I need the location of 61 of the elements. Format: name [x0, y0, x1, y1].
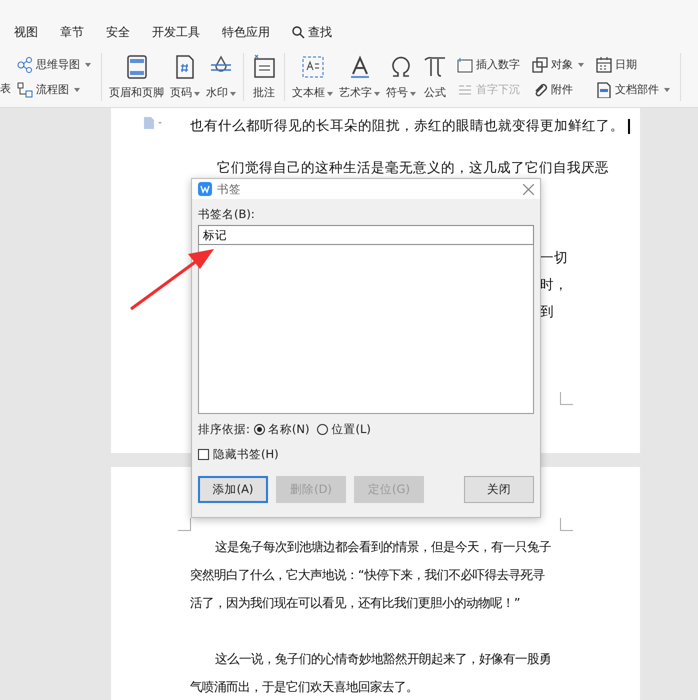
toolbar-button[interactable]: 思维导图 [17, 56, 91, 72]
radio-option[interactable]: 名称(N) [254, 422, 310, 437]
paragraph-text: 它们觉得自己的这种生活是毫无意义的，这几成了它们自我厌恶 [216, 159, 609, 177]
sort-label: 排序依据: [198, 422, 250, 437]
radio-button[interactable] [254, 424, 265, 435]
caret-icon [327, 92, 333, 96]
bookmark-name-field[interactable]: 标记 [198, 225, 534, 245]
checkbox[interactable] [198, 449, 209, 460]
toolbar-button[interactable]: 页码 [167, 54, 203, 100]
caret-icon [578, 62, 584, 66]
toolbar-button[interactable]: 表 [0, 80, 11, 96]
dialog-title: 书签 [217, 182, 242, 196]
app-logo-icon [198, 182, 212, 196]
mindmap-icon [17, 56, 33, 72]
dialog-button[interactable]: 添加(A) [198, 476, 268, 503]
toolbar-button[interactable]: 水印 [203, 54, 239, 100]
toolbar-button[interactable]: 批注 [248, 54, 280, 100]
toolbar-button[interactable]: 文档部件 [596, 82, 670, 98]
toolbar-button[interactable]: 日期 [596, 56, 670, 72]
number-icon [457, 56, 473, 72]
caret-icon [85, 62, 91, 66]
text-cursor [628, 118, 630, 134]
menu-tab[interactable]: 视图 [14, 24, 38, 41]
toolbar-button[interactable]: 流程图 [17, 82, 91, 98]
toolbar-button[interactable]: 对象 [532, 56, 584, 72]
toolbar-button[interactable]: 公式 [419, 54, 451, 100]
toolbar-button[interactable]: 艺术字 [336, 54, 383, 100]
checkbox-label: 隐藏书签(H) [213, 447, 279, 462]
pi-icon [422, 54, 448, 80]
document-icon [596, 82, 612, 98]
toolbar-button[interactable]: 文本框 [289, 54, 336, 100]
toolbar-button[interactable]: 插入数字 [457, 56, 520, 72]
caret-icon [664, 88, 670, 92]
paragraph-text: 这是兔子每次到池塘边都会看到的情景，但是今天，有一只兔子突然明白了什么，它大声地说：“快停下来，我们不必吓得去寻死寻活了，因为我们现在可以看见，还有比我们更胆小的动物呢！” [190, 538, 552, 612]
caret-icon [194, 92, 200, 96]
paragraph-text: 到 [540, 303, 555, 321]
menu-tab[interactable]: 章节 [60, 24, 84, 41]
radio-button[interactable] [317, 424, 328, 435]
menu-tab[interactable]: 开发工具 [152, 24, 200, 41]
object-icon [532, 56, 548, 72]
caret-icon [374, 92, 380, 96]
menu-tab[interactable]: 安全 [106, 24, 130, 41]
paragraph-text: 这么一说，兔子们的心情奇妙地豁然开朗起来了，好像有一股勇气喷涌而出，于是它们欢天喜地回家去了。 [190, 650, 552, 696]
search-icon [292, 26, 305, 39]
caret-icon [230, 92, 236, 96]
paragraph-text: 时， [540, 276, 569, 294]
toolbar-button[interactable]: 页眉和页脚 [106, 54, 167, 100]
toolbar-button[interactable]: 附件 [532, 82, 584, 98]
menu-tab[interactable]: 特色应用 [222, 24, 270, 41]
dialog-button[interactable]: 关闭 [464, 476, 534, 503]
flowchart-icon [17, 82, 33, 98]
toolbar-button[interactable]: 符号 [383, 54, 419, 100]
text-box-icon [300, 54, 326, 80]
radio-option[interactable]: 位置(L) [317, 422, 371, 437]
field-label: 书签名(B): [198, 207, 256, 222]
caret-icon [410, 92, 416, 96]
search-tab[interactable]: 查找 [292, 24, 332, 41]
calendar-icon [596, 56, 612, 72]
caret-icon [74, 88, 80, 92]
close-icon[interactable] [523, 184, 534, 194]
paragraph-text: 也有什么都听得见的长耳朵的阻扰，赤红的眼睛也就变得更加鲜红了。 [190, 117, 624, 135]
